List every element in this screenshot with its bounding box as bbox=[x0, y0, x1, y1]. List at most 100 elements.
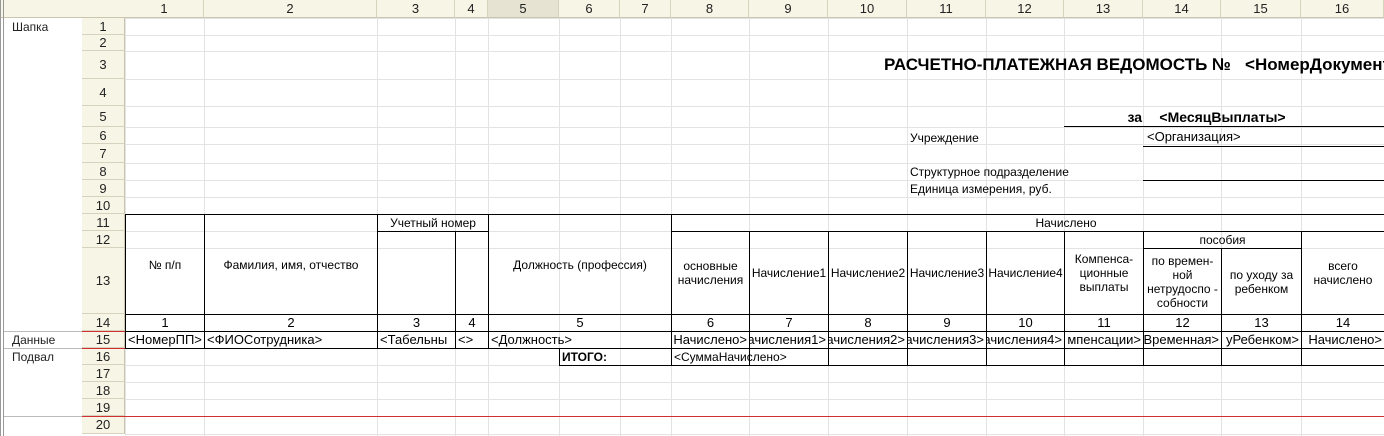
column-number-3: 3 bbox=[377, 314, 456, 332]
data-cell-6[interactable]: Начислено> bbox=[671, 331, 750, 349]
column-accrual1: Начисление1 bbox=[749, 231, 829, 315]
data-cell-3[interactable]: <Табельны bbox=[377, 331, 456, 349]
column-number-4: 4 bbox=[455, 314, 489, 332]
column-header-15[interactable]: 15 bbox=[1221, 0, 1301, 18]
column-number-13: 13 bbox=[1221, 314, 1302, 332]
column-number-6: 6 bbox=[671, 314, 750, 332]
column-total: всего начислено bbox=[1301, 231, 1384, 315]
title-text: РАСЧЕТНО-ПЛАТЕЖНАЯ ВЕДОМОСТЬ № bbox=[884, 55, 1232, 74]
section-label-data[interactable]: Данные bbox=[4, 331, 82, 348]
data-cell-5[interactable]: <Должность> bbox=[488, 331, 672, 349]
month-param: <МесяцВыплаты> bbox=[1159, 109, 1286, 125]
section-divider bbox=[4, 348, 82, 349]
column-header-11[interactable]: 11 bbox=[907, 0, 986, 18]
data-cell-11[interactable]: мпенсации> bbox=[1064, 331, 1144, 349]
grid-line bbox=[125, 382, 1384, 383]
for-label: за bbox=[1127, 109, 1142, 125]
grid-line bbox=[125, 163, 1384, 164]
row-header-16[interactable]: 16 bbox=[82, 348, 125, 365]
spreadsheet-template: 1 2 3 4 5 6 7 8 9 10 11 12 13 14 15 16 1 2 3 4 5 6 7 8 9 10 11 12 13… bbox=[0, 0, 1384, 436]
department-label: Структурное подразделение bbox=[910, 165, 1069, 179]
underline bbox=[1143, 146, 1384, 147]
column-header-10[interactable]: 10 bbox=[828, 0, 907, 18]
column-header-6[interactable]: 6 bbox=[559, 0, 620, 18]
data-cell-7[interactable]: ачисления1> bbox=[749, 331, 829, 349]
row-header-10[interactable]: 10 bbox=[82, 197, 125, 214]
row-header-7[interactable]: 7 bbox=[82, 144, 125, 163]
institution-label: Учреждение bbox=[910, 131, 979, 145]
row-header-20[interactable]: 20 bbox=[82, 416, 125, 434]
institution-param: <Организация> bbox=[1147, 128, 1241, 144]
row-header-5[interactable]: 5 bbox=[82, 106, 125, 127]
data-cell-12[interactable]: Временная> bbox=[1143, 331, 1222, 349]
row-header-17[interactable]: 17 bbox=[82, 365, 125, 382]
section-divider bbox=[4, 416, 82, 417]
column-group-accrued: Начислено bbox=[671, 214, 1384, 232]
underline bbox=[1064, 126, 1384, 127]
column-header-8[interactable]: 8 bbox=[671, 0, 749, 18]
column-number-9: 9 bbox=[907, 314, 987, 332]
grid-line bbox=[125, 399, 1384, 400]
sum-accrued-param[interactable]: <СуммаНачислено> bbox=[671, 348, 1384, 366]
column-temp-disability: по времен-ной нетрудоспо - собности bbox=[1143, 248, 1222, 315]
column-header-13[interactable]: 13 bbox=[1064, 0, 1143, 18]
column-number-2: 2 bbox=[204, 314, 378, 332]
row-header-19[interactable]: 19 bbox=[82, 399, 125, 416]
column-number-8: 8 bbox=[828, 314, 908, 332]
column-header-5[interactable]: 5 bbox=[488, 0, 559, 18]
column-fio: Фамилия, имя, отчество bbox=[204, 214, 378, 315]
row-header-1[interactable]: 1 bbox=[82, 18, 125, 35]
section-label-footer[interactable]: Подвал bbox=[4, 348, 82, 365]
grid-line bbox=[125, 18, 1384, 19]
column-position: Должность (профессия) bbox=[488, 214, 672, 315]
column-number-14: 14 bbox=[1301, 314, 1384, 332]
column-header-16[interactable]: 16 bbox=[1301, 0, 1384, 18]
data-cell-8[interactable]: ачисления2> bbox=[828, 331, 908, 349]
row-header-8[interactable]: 8 bbox=[82, 163, 125, 180]
data-cell-1[interactable]: <НомерПП> bbox=[125, 331, 205, 349]
underline bbox=[1143, 180, 1384, 181]
section-label-header[interactable]: Шапка bbox=[4, 18, 82, 35]
grid-line bbox=[125, 434, 1384, 435]
column-number-5: 5 bbox=[488, 314, 672, 332]
data-cell-9[interactable]: ачисления3> bbox=[907, 331, 987, 349]
row-header-14[interactable]: 14 bbox=[82, 314, 125, 331]
data-cell-13[interactable]: уРебенком> bbox=[1221, 331, 1302, 349]
row-header-4[interactable]: 4 bbox=[82, 79, 125, 106]
section-boundary-line bbox=[82, 416, 1384, 417]
column-header-14[interactable]: 14 bbox=[1143, 0, 1221, 18]
column-num: № п/п bbox=[125, 214, 205, 315]
data-cell-14[interactable]: Начислено> bbox=[1301, 331, 1384, 349]
grid-line bbox=[125, 35, 1384, 36]
corner-cell[interactable] bbox=[0, 0, 125, 18]
row-header-3[interactable]: 3 bbox=[82, 51, 125, 79]
data-cell-4[interactable]: <> bbox=[455, 331, 489, 349]
row-header-2[interactable]: 2 bbox=[82, 35, 125, 51]
column-basic: основные начисления bbox=[671, 231, 750, 315]
row-header-11[interactable]: 11 bbox=[82, 214, 125, 231]
column-number-12: 12 bbox=[1143, 314, 1222, 332]
data-cell-2[interactable]: <ФИОСотрудника> bbox=[204, 331, 378, 349]
row-header-15[interactable]: 15 bbox=[82, 331, 125, 348]
grid-line bbox=[125, 197, 1384, 198]
row-header-13[interactable]: 13 bbox=[82, 248, 125, 314]
row-header-6[interactable]: 6 bbox=[82, 127, 125, 144]
column-group-benefits: пособия bbox=[1143, 231, 1302, 249]
column-header-2[interactable]: 2 bbox=[204, 0, 377, 18]
column-header-3[interactable]: 3 bbox=[377, 0, 455, 18]
column-account-number-1 bbox=[377, 231, 456, 315]
column-compensation: Компенса-ционные выплаты bbox=[1064, 231, 1144, 315]
grid-line bbox=[125, 79, 1384, 80]
column-account-number: Учетный номер bbox=[377, 214, 489, 232]
row-header-18[interactable]: 18 bbox=[82, 382, 125, 399]
column-header-9[interactable]: 9 bbox=[749, 0, 828, 18]
row-header-9[interactable]: 9 bbox=[82, 180, 125, 197]
column-header-12[interactable]: 12 bbox=[986, 0, 1064, 18]
column-header-1[interactable]: 1 bbox=[125, 0, 204, 18]
column-header-4[interactable]: 4 bbox=[455, 0, 488, 18]
data-cell-10[interactable]: ачисления4> bbox=[986, 331, 1065, 349]
row-header-12[interactable]: 12 bbox=[82, 231, 125, 248]
section-divider bbox=[4, 331, 82, 332]
section-strip-border bbox=[0, 0, 4, 436]
column-header-7[interactable]: 7 bbox=[620, 0, 671, 18]
